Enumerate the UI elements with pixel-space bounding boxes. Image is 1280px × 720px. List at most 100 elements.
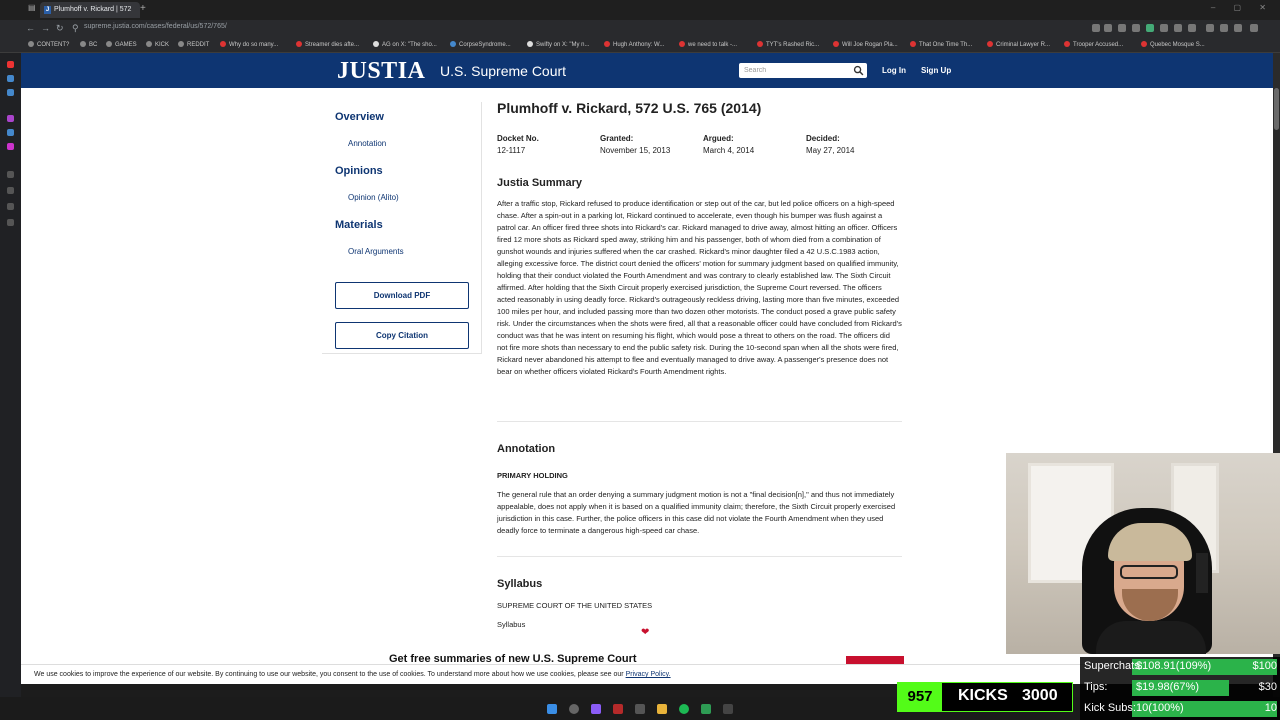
bookmark-item[interactable]: Streamer dies afte... bbox=[296, 41, 359, 48]
menu-icon[interactable] bbox=[1250, 24, 1258, 32]
logo-subtitle[interactable]: U.S. Supreme Court bbox=[440, 63, 566, 79]
bookmark-label: we need to talk -... bbox=[688, 42, 738, 48]
login-link[interactable]: Log In bbox=[882, 66, 906, 75]
signup-link[interactable]: Sign Up bbox=[921, 66, 951, 75]
scrollbar-thumb[interactable] bbox=[1274, 88, 1279, 130]
extension-icon[interactable] bbox=[1160, 24, 1168, 32]
bookmark-item[interactable]: Why do so many... bbox=[220, 41, 278, 48]
app-icon[interactable] bbox=[701, 704, 711, 714]
app-icon[interactable] bbox=[7, 61, 14, 68]
app-icon[interactable] bbox=[7, 115, 14, 122]
court-name: SUPREME COURT OF THE UNITED STATES bbox=[497, 601, 653, 610]
bookmark-item[interactable]: KICK bbox=[146, 41, 169, 48]
download-icon[interactable] bbox=[1234, 24, 1242, 32]
terminal-icon[interactable] bbox=[723, 704, 733, 714]
docket-label: Docket No. bbox=[497, 134, 539, 143]
browser-tab-active[interactable]: J Plumhoff v. Rickard | 572 bbox=[40, 2, 140, 18]
sidebar-item-materials[interactable]: Materials bbox=[335, 219, 383, 231]
copy-citation-button[interactable]: Copy Citation bbox=[335, 322, 469, 349]
bookmark-item[interactable]: CorpseSyndrome... bbox=[450, 41, 511, 48]
extension-icon[interactable] bbox=[1188, 24, 1196, 32]
subs-target: 10 bbox=[1264, 702, 1277, 714]
divider bbox=[497, 421, 902, 422]
tips-target: $30 bbox=[1258, 681, 1277, 693]
spotify-icon[interactable] bbox=[679, 704, 689, 714]
kicks-label: KICKS bbox=[958, 687, 1008, 704]
window-controls-icon[interactable]: – ▢ ✕ bbox=[1211, 3, 1274, 12]
shield-icon[interactable] bbox=[1146, 24, 1154, 32]
docket-info: Docket No. 12-1117 bbox=[497, 134, 539, 155]
bookmark-item[interactable]: TYT's Rashed Ric... bbox=[757, 41, 819, 48]
sidebar-item-opinion-alito[interactable]: Opinion (Alito) bbox=[348, 193, 399, 202]
bookmark-item[interactable]: AG on X: "The sho... bbox=[373, 41, 437, 48]
sidebar-item-oral-arguments[interactable]: Oral Arguments bbox=[348, 247, 404, 256]
tips-value: $19.98(67%) bbox=[1136, 681, 1199, 693]
messenger-icon[interactable] bbox=[7, 129, 14, 136]
search-icon[interactable] bbox=[853, 65, 864, 76]
heart-icon[interactable] bbox=[1174, 24, 1182, 32]
search-box bbox=[739, 63, 867, 78]
decided-value: May 27, 2014 bbox=[806, 146, 855, 155]
bookmark-label: CorpseSyndrome... bbox=[459, 42, 511, 48]
superchats-target: $100 bbox=[1252, 660, 1277, 672]
bookmark-item[interactable]: BC bbox=[80, 41, 97, 48]
settings-icon[interactable] bbox=[7, 219, 14, 226]
bookmark-item[interactable]: That One Time Th... bbox=[910, 41, 972, 48]
app-icon[interactable] bbox=[7, 203, 14, 210]
windows-start-icon[interactable] bbox=[547, 704, 557, 714]
sidebar-icon[interactable] bbox=[1092, 24, 1100, 32]
extension-icon[interactable] bbox=[1220, 24, 1228, 32]
bookmark-item[interactable]: REDDIT bbox=[178, 41, 209, 48]
app-icon[interactable] bbox=[591, 704, 601, 714]
bookmark-item[interactable]: Will Joe Rogan Pla... bbox=[833, 41, 898, 48]
argued-value: March 4, 2014 bbox=[703, 146, 755, 155]
kicks-goal: 3000 bbox=[1022, 687, 1058, 704]
new-tab-icon[interactable]: + bbox=[140, 3, 146, 14]
sidebar-item-opinions[interactable]: Opinions bbox=[335, 165, 383, 177]
justia-logo[interactable]: JUSTIA bbox=[337, 58, 425, 85]
chevron-down-icon[interactable]: ❤ bbox=[641, 627, 649, 638]
app-icon[interactable] bbox=[7, 187, 14, 194]
browser-tab-bar: ▤ J Plumhoff v. Rickard | 572 + – ▢ ✕ bbox=[0, 0, 1280, 20]
app-icon[interactable] bbox=[7, 89, 14, 96]
app-icon[interactable] bbox=[635, 704, 645, 714]
justia-favicon-icon: J bbox=[44, 6, 51, 14]
site-info-icon[interactable]: ⚲ bbox=[72, 23, 79, 34]
sidebar-item-annotation[interactable]: Annotation bbox=[348, 139, 386, 148]
extension-icon[interactable] bbox=[1132, 24, 1140, 32]
app-icon[interactable] bbox=[7, 75, 14, 82]
instagram-icon[interactable] bbox=[7, 143, 14, 150]
url-text[interactable]: supreme.justia.com/cases/federal/us/572/… bbox=[84, 23, 227, 30]
tab-title: Plumhoff v. Rickard | 572 bbox=[54, 6, 132, 13]
argued-label: Argued: bbox=[703, 134, 734, 143]
forward-icon[interactable]: → bbox=[41, 23, 50, 33]
bookmark-item[interactable]: GAMES bbox=[106, 41, 137, 48]
superchats-goal: Superchats: $108.91(109%) $100 bbox=[1080, 657, 1280, 677]
bookmark-item[interactable]: Trooper Accused... bbox=[1064, 41, 1123, 48]
bookmark-item[interactable]: Swifty on X: "My n... bbox=[527, 41, 589, 48]
browser-icon[interactable] bbox=[613, 704, 623, 714]
bookmark-item[interactable]: Quebec Mosque S... bbox=[1141, 41, 1205, 48]
bookmark-label: TYT's Rashed Ric... bbox=[766, 42, 820, 48]
site-header: JUSTIA U.S. Supreme Court Log In Sign Up bbox=[21, 53, 1273, 88]
tab-list-icon[interactable]: ▤ bbox=[28, 3, 36, 12]
search-icon[interactable] bbox=[569, 704, 579, 714]
bookmark-label: That One Time Th... bbox=[919, 42, 973, 48]
bookmark-item[interactable]: CONTENT? bbox=[28, 41, 69, 48]
reload-icon[interactable]: ↻ bbox=[56, 23, 64, 34]
folder-icon[interactable] bbox=[657, 704, 667, 714]
extension-icon[interactable] bbox=[1104, 24, 1112, 32]
bookmark-item[interactable]: Hugh Anthony: W... bbox=[604, 41, 664, 48]
extension-icon[interactable] bbox=[1206, 24, 1214, 32]
app-icon[interactable] bbox=[7, 171, 14, 178]
back-icon[interactable]: ← bbox=[26, 23, 35, 33]
privacy-policy-link[interactable]: Privacy Policy. bbox=[626, 671, 671, 678]
annotation-heading: Annotation bbox=[497, 443, 556, 455]
extension-icon[interactable] bbox=[1118, 24, 1126, 32]
bookmark-item[interactable]: we need to talk -... bbox=[679, 41, 737, 48]
search-input[interactable] bbox=[739, 63, 849, 78]
sidebar-item-overview[interactable]: Overview bbox=[335, 111, 384, 123]
bookmark-item[interactable]: Criminal Lawyer R... bbox=[987, 41, 1050, 48]
download-pdf-button[interactable]: Download PDF bbox=[335, 282, 469, 309]
granted-info: Granted: November 15, 2013 bbox=[600, 134, 670, 155]
